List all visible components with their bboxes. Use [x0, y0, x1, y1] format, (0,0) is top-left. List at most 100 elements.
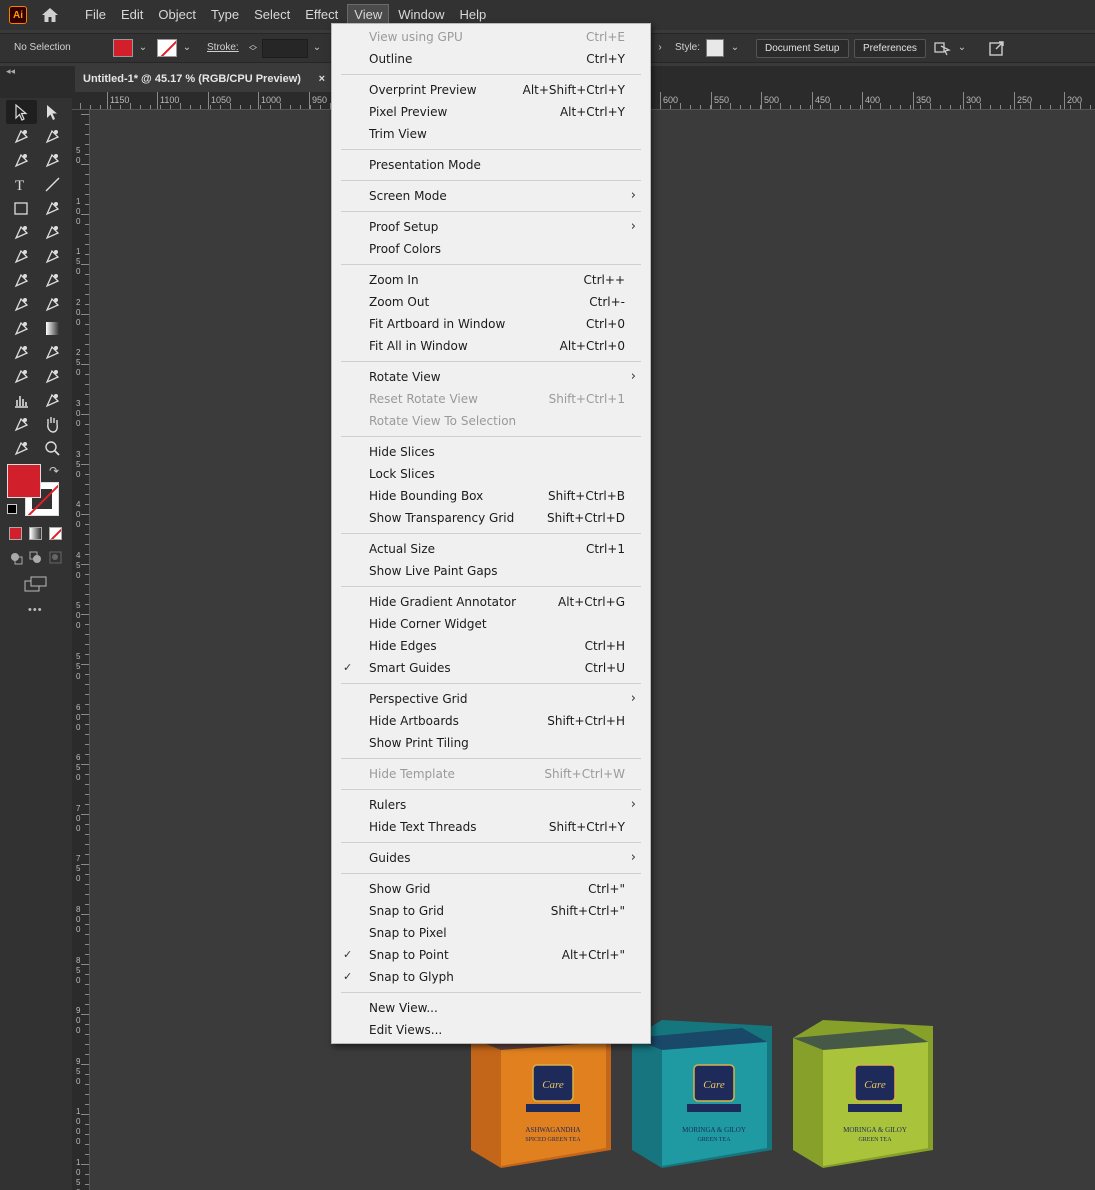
- fill-swatch[interactable]: [113, 39, 133, 57]
- menu-item-overprint-preview[interactable]: Overprint Preview Alt+Shift+Ctrl+Y: [332, 79, 650, 101]
- shape-builder-tool-icon[interactable]: [6, 292, 37, 316]
- menu-item-smart-guides[interactable]: ✓ Smart Guides Ctrl+U: [332, 657, 650, 679]
- mesh-tool-icon[interactable]: [6, 316, 37, 340]
- color-mode-icon[interactable]: [9, 527, 22, 540]
- menu-item-rotate-view[interactable]: Rotate View ›: [332, 366, 650, 388]
- stroke-swatch[interactable]: [157, 39, 177, 57]
- menu-item-snap-to-pixel[interactable]: Snap to Pixel: [332, 922, 650, 944]
- slice-tool-icon[interactable]: [37, 388, 68, 412]
- close-tab-icon[interactable]: ×: [319, 66, 325, 92]
- pencil-tool-icon[interactable]: [6, 412, 37, 436]
- default-colors-icon[interactable]: [7, 504, 17, 514]
- direct-selection-tool-icon[interactable]: [37, 100, 68, 124]
- menu-item-outline[interactable]: Outline Ctrl+Y: [332, 48, 650, 70]
- artboard-tool-icon[interactable]: [37, 364, 68, 388]
- menu-item-zoom-out[interactable]: Zoom Out Ctrl+-: [332, 291, 650, 313]
- draw-normal-icon[interactable]: [9, 551, 23, 570]
- menu-item-zoom-in[interactable]: Zoom In Ctrl++: [332, 269, 650, 291]
- menu-item-fit-all-in-window[interactable]: Fit All in Window Alt+Ctrl+0: [332, 335, 650, 357]
- menu-item-snap-to-grid[interactable]: Snap to Grid Shift+Ctrl+": [332, 900, 650, 922]
- pen-tool-icon[interactable]: [6, 148, 37, 172]
- free-transform-tool-icon[interactable]: [37, 268, 68, 292]
- menu-item-perspective-grid[interactable]: Perspective Grid ›: [332, 688, 650, 710]
- export-icon[interactable]: [988, 39, 1006, 62]
- menu-type[interactable]: Type: [205, 4, 245, 26]
- stroke-label[interactable]: Stroke:: [207, 42, 239, 53]
- vertical-ruler[interactable]: 5 0 1 0 0 1 5 0 2 0 0 2 5 0 3 0 0 3 5 0 4 0 0 4 …: [72, 110, 90, 1190]
- menu-item-show-live-paint-gaps[interactable]: Show Live Paint Gaps: [332, 560, 650, 582]
- rotate-tool-icon[interactable]: [6, 244, 37, 268]
- menu-item-hide-text-threads[interactable]: Hide Text Threads Shift+Ctrl+Y: [332, 816, 650, 838]
- menu-item-hide-gradient-annotator[interactable]: Hide Gradient Annotator Alt+Ctrl+G: [332, 591, 650, 613]
- fill-dropdown-icon[interactable]: ⌄: [136, 41, 150, 55]
- draw-inside-icon[interactable]: [49, 551, 63, 570]
- home-icon[interactable]: [39, 4, 61, 26]
- menu-file[interactable]: File: [79, 4, 112, 26]
- menu-item-show-print-tiling[interactable]: Show Print Tiling: [332, 732, 650, 754]
- style-dropdown-icon[interactable]: ⌄: [728, 41, 742, 55]
- menu-item-new-view[interactable]: New View...: [332, 997, 650, 1019]
- menu-item-lock-slices[interactable]: Lock Slices: [332, 463, 650, 485]
- menu-item-presentation-mode[interactable]: Presentation Mode: [332, 154, 650, 176]
- tea-box-product[interactable]: Care MORINGA & GILOY GREEN TEA: [793, 1020, 933, 1175]
- menu-item-edit-views[interactable]: Edit Views...: [332, 1019, 650, 1041]
- chevron-right-icon[interactable]: ›: [653, 41, 667, 55]
- hand-tool-icon[interactable]: [37, 412, 68, 436]
- warp-tool-icon[interactable]: [6, 268, 37, 292]
- menu-item-hide-edges[interactable]: Hide Edges Ctrl+H: [332, 635, 650, 657]
- document-setup-button[interactable]: Document Setup: [756, 39, 849, 58]
- type-tool-icon[interactable]: T: [6, 172, 37, 196]
- paintbrush-tool-icon[interactable]: [37, 196, 68, 220]
- gradient-tool-icon[interactable]: [37, 316, 68, 340]
- scale-tool-icon[interactable]: [37, 244, 68, 268]
- menu-item-guides[interactable]: Guides ›: [332, 847, 650, 869]
- menu-item-rulers[interactable]: Rulers ›: [332, 794, 650, 816]
- menu-item-pixel-preview[interactable]: Pixel Preview Alt+Ctrl+Y: [332, 101, 650, 123]
- menu-item-proof-setup[interactable]: Proof Setup ›: [332, 216, 650, 238]
- symbol-sprayer-tool-icon[interactable]: [6, 364, 37, 388]
- menu-item-hide-artboards[interactable]: Hide Artboards Shift+Ctrl+H: [332, 710, 650, 732]
- lasso-tool-icon[interactable]: [37, 124, 68, 148]
- swap-fill-stroke-icon[interactable]: ↷: [49, 464, 59, 478]
- menu-item-screen-mode[interactable]: Screen Mode ›: [332, 185, 650, 207]
- menu-item-fit-artboard-in-window[interactable]: Fit Artboard in Window Ctrl+0: [332, 313, 650, 335]
- rectangle-tool-icon[interactable]: [6, 196, 37, 220]
- collapse-panel-icon[interactable]: ◂◂: [6, 66, 15, 77]
- menu-item-proof-colors[interactable]: Proof Colors: [332, 238, 650, 260]
- magic-wand-tool-icon[interactable]: [6, 124, 37, 148]
- menu-item-snap-to-point[interactable]: ✓ Snap to Point Alt+Ctrl+": [332, 944, 650, 966]
- draw-behind-icon[interactable]: [29, 551, 43, 570]
- stroke-weight-field[interactable]: [262, 39, 308, 58]
- arrange-dropdown-icon[interactable]: ⌄: [955, 41, 969, 55]
- stroke-weight-dropdown-icon[interactable]: ⌄: [310, 41, 324, 55]
- preferences-button[interactable]: Preferences: [854, 39, 926, 58]
- shaper-tool-icon[interactable]: [6, 220, 37, 244]
- zoom-tool-icon[interactable]: [37, 436, 68, 460]
- tea-box-product[interactable]: Care MORINGA & GILOY GREEN TEA: [632, 1020, 772, 1175]
- menu-item-actual-size[interactable]: Actual Size Ctrl+1: [332, 538, 650, 560]
- menu-edit[interactable]: Edit: [115, 4, 149, 26]
- menu-item-hide-bounding-box[interactable]: Hide Bounding Box Shift+Ctrl+B: [332, 485, 650, 507]
- gradient-mode-icon[interactable]: [29, 527, 42, 540]
- none-mode-icon[interactable]: [49, 527, 62, 540]
- column-graph-tool-icon[interactable]: [6, 388, 37, 412]
- screen-mode-icon[interactable]: [24, 576, 48, 597]
- document-tab[interactable]: Untitled-1* @ 45.17 % (RGB/CPU Preview) …: [75, 66, 331, 92]
- style-swatch[interactable]: [706, 39, 724, 57]
- perspective-grid-tool-icon[interactable]: [37, 292, 68, 316]
- line-segment-tool-icon[interactable]: [37, 172, 68, 196]
- menu-item-hide-slices[interactable]: Hide Slices: [332, 441, 650, 463]
- menu-item-show-grid[interactable]: Show Grid Ctrl+": [332, 878, 650, 900]
- curvature-tool-icon[interactable]: [37, 148, 68, 172]
- measure-tool-icon[interactable]: [37, 340, 68, 364]
- selection-tool-icon[interactable]: [6, 100, 37, 124]
- menu-object[interactable]: Object: [152, 4, 202, 26]
- eyedropper-tool-icon[interactable]: [6, 340, 37, 364]
- stroke-stepper-icon[interactable]: ︿ ﹀: [246, 41, 260, 56]
- stroke-dropdown-icon[interactable]: ⌄: [180, 41, 194, 55]
- edit-toolbar-icon[interactable]: •••: [28, 604, 43, 616]
- menu-item-hide-corner-widget[interactable]: Hide Corner Widget: [332, 613, 650, 635]
- eraser-tool-icon[interactable]: [37, 220, 68, 244]
- arrange-icon[interactable]: [933, 40, 953, 61]
- menu-select[interactable]: Select: [248, 4, 296, 26]
